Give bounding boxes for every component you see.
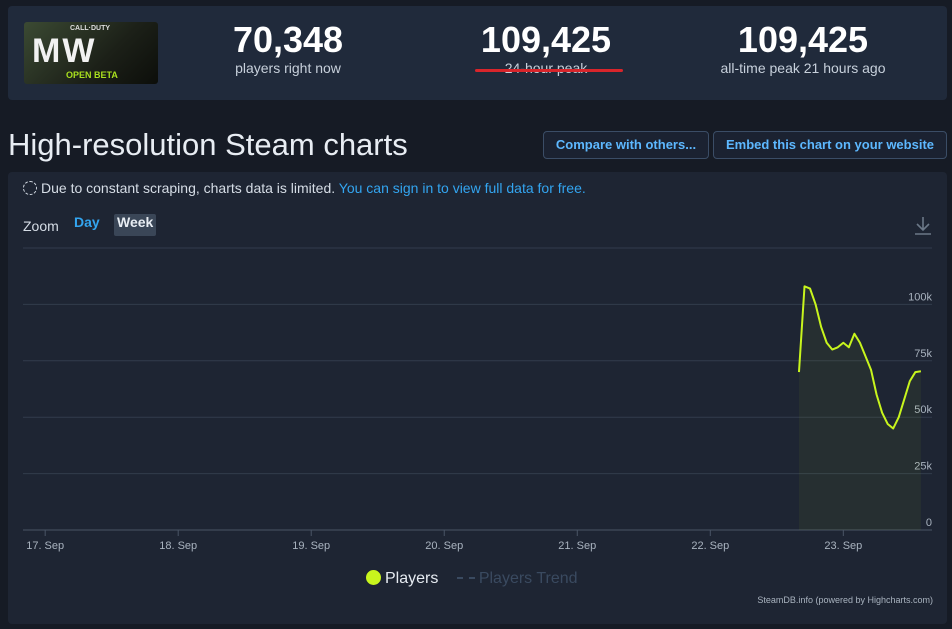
y-tick-label: 100k — [908, 291, 932, 303]
x-tick-label: 21. Sep — [558, 540, 596, 552]
stat-label: all-time peak 21 hours ago — [720, 60, 886, 76]
x-tick-label: 17. Sep — [26, 540, 64, 552]
y-tick-label: 75k — [914, 348, 932, 360]
chart-credit: SteamDB.info (powered by Highcharts.com) — [757, 595, 933, 605]
stat-all-time-peak: 109,425 all-time peak 21 hours ago — [698, 19, 908, 77]
players-area — [798, 286, 921, 530]
stats-bar: CALL·DUTY MW OPEN BETA 70,348 players ri… — [8, 6, 947, 100]
stat-24h-peak: 109,425 24-hour peak — [454, 19, 638, 77]
x-tick-label: 23. Sep — [824, 540, 862, 552]
stat-value: 109,425 — [480, 19, 612, 60]
game-logo-top: CALL·DUTY — [70, 25, 111, 32]
x-tick-label: 22. Sep — [691, 540, 729, 552]
stat-label: 24-hour peak — [504, 60, 588, 76]
stat-players-now: 70,348 players right now — [196, 19, 380, 77]
player-chart[interactable]: 025k50k75k100k17. Sep 18. Sep 19. Sep 20. S… — [8, 172, 947, 624]
embed-chart-button[interactable]: Embed this chart on your website — [713, 131, 947, 159]
stat-value: 70,348 — [232, 19, 344, 60]
stat-label: players right now — [235, 60, 341, 76]
highlight-underline — [475, 69, 623, 72]
page-title: High-resolution Steam charts — [8, 127, 408, 162]
chart-panel: Due to constant scraping, charts data is… — [8, 172, 947, 624]
game-image[interactable]: CALL·DUTY MW OPEN BETA — [24, 22, 158, 84]
game-logo-bottom: OPEN BETA — [66, 70, 118, 80]
legend-trend-label: Players Trend — [478, 570, 578, 587]
game-logo-main: MW — [32, 32, 97, 70]
legend-item-trend[interactable]: Players Trend — [456, 570, 578, 587]
y-tick-label: 0 — [926, 517, 932, 529]
legend-item-players[interactable]: Players — [366, 570, 443, 587]
x-tick-label: 18. Sep — [159, 540, 197, 552]
legend-trend-marker — [456, 577, 475, 579]
x-tick-label: 19. Sep — [292, 540, 330, 552]
chart-legend: Players Players Trend — [366, 570, 578, 588]
legend-players-marker — [366, 570, 381, 585]
compare-button[interactable]: Compare with others... — [543, 131, 709, 159]
legend-players-label: Players — [385, 570, 439, 587]
x-tick-label: 20. Sep — [425, 540, 463, 552]
stat-value: 109,425 — [737, 19, 869, 60]
